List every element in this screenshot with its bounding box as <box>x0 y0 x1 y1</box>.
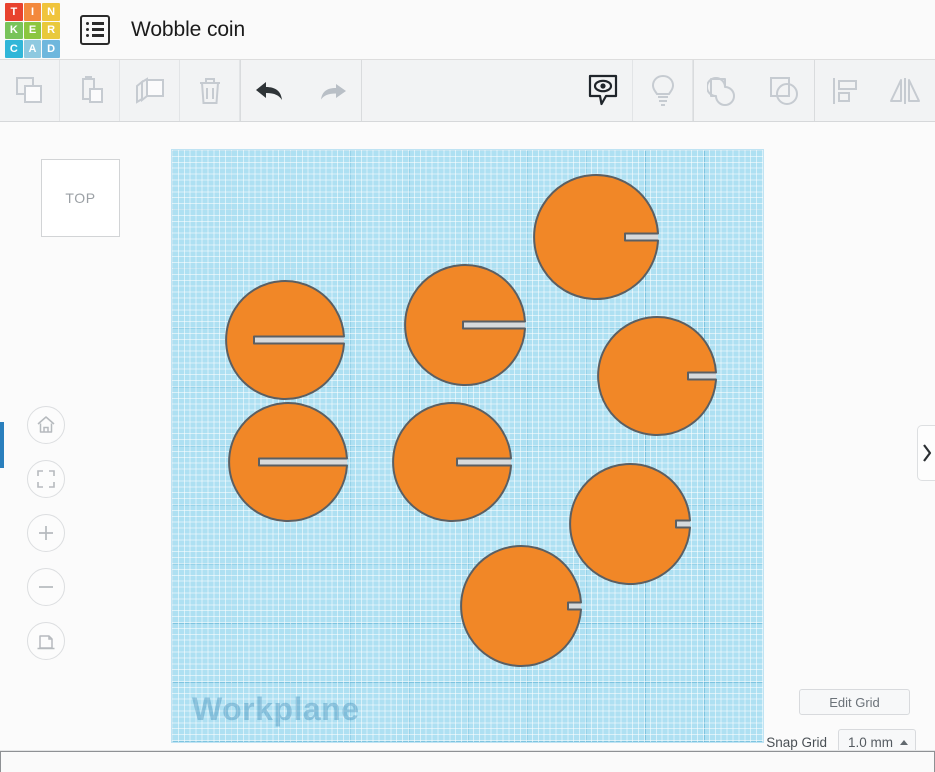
align-button[interactable] <box>815 60 875 121</box>
edit-grid-label: Edit Grid <box>829 694 880 710</box>
ungroup-button[interactable] <box>754 60 814 121</box>
edit-grid-button[interactable]: Edit Grid <box>799 689 910 715</box>
redo-button[interactable] <box>301 60 361 121</box>
shapes-layer[interactable] <box>172 150 763 742</box>
coin-bottom-body[interactable] <box>460 545 582 667</box>
edit-toolbar <box>0 60 935 122</box>
left-panel-sliver <box>0 422 4 468</box>
bottom-strip <box>0 750 935 772</box>
zoom-in-button[interactable] <box>27 514 65 552</box>
logo-tile-e: E <box>23 21 42 40</box>
logo-tile-d: D <box>42 40 60 58</box>
coin-top-right-slot <box>626 234 658 240</box>
list-icon[interactable] <box>80 14 110 45</box>
tinkercad-app: T I N K E R C A D Wobble coin TOP Workpl… <box>0 0 935 772</box>
logo-tile-c: C <box>5 40 23 58</box>
zoom-out-button[interactable] <box>27 568 65 606</box>
coin-mid-center[interactable] <box>404 264 526 386</box>
coin-low-right-body[interactable] <box>569 463 691 585</box>
home-view-button[interactable] <box>27 406 65 444</box>
snap-grid-value: 1.0 mm <box>848 734 894 750</box>
perspective-toggle-button[interactable] <box>27 622 65 660</box>
logo-tile-a: A <box>23 40 42 58</box>
coin-mid-left[interactable] <box>225 280 345 400</box>
coin-low-right-slot <box>677 521 690 527</box>
navigation-controls <box>27 406 65 660</box>
fit-view-button[interactable] <box>27 460 65 498</box>
copy-button[interactable] <box>0 60 60 121</box>
coin-low-center[interactable] <box>392 402 512 522</box>
workplane[interactable]: Workplane <box>172 150 763 742</box>
coin-mid-center-slot <box>464 322 525 328</box>
trash-icon[interactable] <box>180 60 240 121</box>
page-title[interactable]: Wobble coin <box>131 18 245 42</box>
paste-button[interactable] <box>60 60 120 121</box>
logo-tile-k: K <box>5 21 23 40</box>
logo-tile-i: I <box>23 3 42 21</box>
logo-tile-t: T <box>5 3 23 21</box>
hint-button[interactable] <box>633 60 693 121</box>
snap-grid-select[interactable]: 1.0 mm <box>838 729 916 750</box>
snap-grid-label: Snap Grid <box>766 734 827 750</box>
coin-mid-right[interactable] <box>597 316 717 436</box>
coin-mid-left-slot <box>255 337 344 343</box>
coin-low-left-slot <box>260 459 347 465</box>
caret-up-icon <box>900 739 908 745</box>
coin-low-center-slot <box>458 459 511 465</box>
coin-low-left[interactable] <box>228 402 348 522</box>
bottom-strip-frame <box>0 751 935 772</box>
group-button[interactable] <box>694 60 754 121</box>
undo-button[interactable] <box>241 60 301 121</box>
coin-low-right[interactable] <box>569 463 691 585</box>
tinkercad-logo[interactable]: T I N K E R C A D <box>5 3 60 58</box>
view-cube-label: TOP <box>65 190 96 206</box>
top-bar: T I N K E R C A D Wobble coin <box>0 0 935 60</box>
coin-top-right[interactable] <box>533 174 659 300</box>
logo-tile-n: N <box>42 3 60 21</box>
snap-grid-control: Snap Grid 1.0 mm <box>766 729 916 750</box>
show-hide-button[interactable] <box>573 60 633 121</box>
logo-tile-r: R <box>42 21 60 40</box>
view-cube[interactable]: TOP <box>41 159 120 237</box>
coin-bottom-slot <box>569 603 581 609</box>
design-canvas[interactable]: TOP Workplane Edit Grid Snap Grid 1.0 mm <box>0 122 935 750</box>
coin-bottom[interactable] <box>460 545 582 667</box>
mirror-button[interactable] <box>875 60 935 121</box>
duplicate-button[interactable] <box>120 60 180 121</box>
coin-mid-right-slot <box>689 373 716 379</box>
right-panel-expand-button[interactable] <box>917 425 935 481</box>
